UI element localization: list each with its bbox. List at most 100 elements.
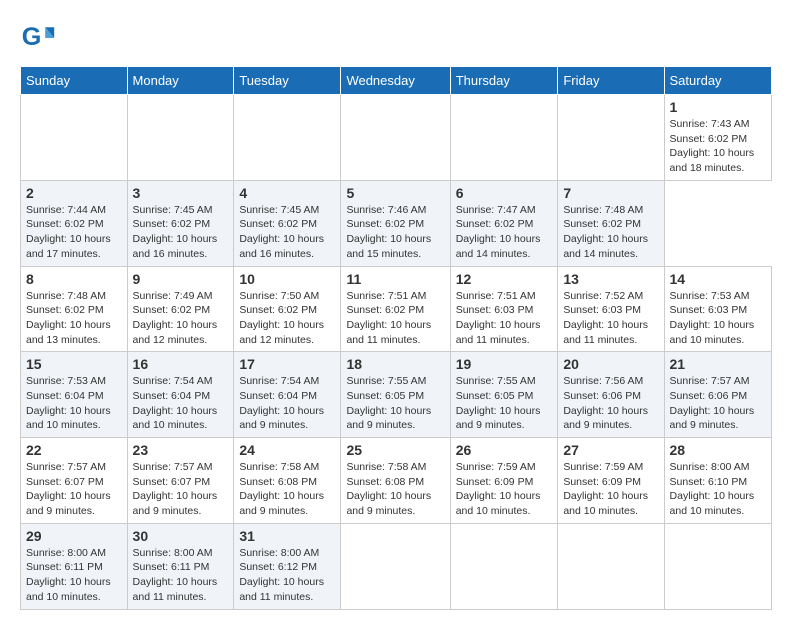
calendar-header-row: SundayMondayTuesdayWednesdayThursdayFrid… [21,67,772,95]
day-number: 19 [456,356,553,372]
day-number: 11 [346,271,444,287]
calendar-cell: 27Sunrise: 7:59 AMSunset: 6:09 PMDayligh… [558,438,664,524]
day-number: 21 [670,356,766,372]
calendar-cell: 4Sunrise: 7:45 AMSunset: 6:02 PMDaylight… [234,180,341,266]
day-info: Sunrise: 7:48 AMSunset: 6:02 PMDaylight:… [563,203,658,262]
day-info: Sunrise: 7:45 AMSunset: 6:02 PMDaylight:… [133,203,229,262]
header-sunday: Sunday [21,67,128,95]
calendar-cell: 5Sunrise: 7:46 AMSunset: 6:02 PMDaylight… [341,180,450,266]
day-number: 24 [239,442,335,458]
day-info: Sunrise: 7:59 AMSunset: 6:09 PMDaylight:… [563,460,658,519]
day-number: 6 [456,185,553,201]
calendar-cell [341,523,450,609]
day-info: Sunrise: 7:48 AMSunset: 6:02 PMDaylight:… [26,289,122,348]
header-friday: Friday [558,67,664,95]
calendar-cell: 15 Sunrise: 7:53 AMSunset: 6:04 PMDayligh… [21,352,128,438]
calendar-cell: 13 Sunrise: 7:52 AMSunset: 6:03 PMDayligh… [558,266,664,352]
day-info: Sunrise: 8:00 AMSunset: 6:11 PMDaylight:… [26,546,122,605]
day-info: Sunrise: 7:47 AMSunset: 6:02 PMDaylight:… [456,203,553,262]
day-number: 18 [346,356,444,372]
day-info: Sunrise: 7:56 AMSunset: 6:06 PMDaylight:… [563,374,658,433]
calendar-cell [664,523,771,609]
day-number: 3 [133,185,229,201]
header-monday: Monday [127,67,234,95]
calendar-week-row: 22 Sunrise: 7:57 AMSunset: 6:07 PMDayligh… [21,438,772,524]
calendar-cell: 2 Sunrise: 7:44 AMSunset: 6:02 PMDaylight… [21,180,128,266]
header-tuesday: Tuesday [234,67,341,95]
day-number: 14 [670,271,766,287]
calendar-cell: 26 Sunrise: 7:59 AMSunset: 6:09 PMDayligh… [450,438,558,524]
calendar-cell [341,95,450,181]
day-number: 13 [563,271,658,287]
day-info: Sunrise: 7:58 AMSunset: 6:08 PMDaylight:… [346,460,444,519]
calendar-week-row: 2 Sunrise: 7:44 AMSunset: 6:02 PMDaylight… [21,180,772,266]
day-info: Sunrise: 7:55 AMSunset: 6:05 PMDaylight:… [346,374,444,433]
day-number: 31 [239,528,335,544]
calendar-cell [21,95,128,181]
day-number: 17 [239,356,335,372]
day-info: Sunrise: 7:54 AMSunset: 6:04 PMDaylight:… [239,374,335,433]
day-info: Sunrise: 7:53 AMSunset: 6:04 PMDaylight:… [26,374,122,433]
calendar-cell: 12Sunrise: 7:51 AMSunset: 6:03 PMDayligh… [450,266,558,352]
day-info: Sunrise: 7:57 AMSunset: 6:06 PMDaylight:… [670,374,766,433]
calendar-cell: 24 Sunrise: 7:58 AMSunset: 6:08 PMDayligh… [234,438,341,524]
day-number: 28 [670,442,766,458]
day-number: 29 [26,528,122,544]
calendar-week-row: 8Sunrise: 7:48 AMSunset: 6:02 PMDaylight… [21,266,772,352]
calendar-cell: 23Sunrise: 7:57 AMSunset: 6:07 PMDayligh… [127,438,234,524]
day-info: Sunrise: 7:46 AMSunset: 6:02 PMDaylight:… [346,203,444,262]
calendar-cell: 11Sunrise: 7:51 AMSunset: 6:02 PMDayligh… [341,266,450,352]
calendar-week-row: 1 Sunrise: 7:43 AMSunset: 6:02 PMDaylight… [21,95,772,181]
calendar-cell: 22 Sunrise: 7:57 AMSunset: 6:07 PMDayligh… [21,438,128,524]
calendar-cell: 7 Sunrise: 7:48 AMSunset: 6:02 PMDaylight… [558,180,664,266]
day-info: Sunrise: 8:00 AMSunset: 6:10 PMDaylight:… [670,460,766,519]
calendar-cell [558,523,664,609]
header-wednesday: Wednesday [341,67,450,95]
day-number: 2 [26,185,122,201]
calendar-cell: 29 Sunrise: 8:00 AMSunset: 6:11 PMDayligh… [21,523,128,609]
calendar-cell: 28 Sunrise: 8:00 AMSunset: 6:10 PMDayligh… [664,438,771,524]
logo: G [20,20,60,56]
day-info: Sunrise: 7:59 AMSunset: 6:09 PMDaylight:… [456,460,553,519]
calendar-cell [234,95,341,181]
calendar-cell [450,95,558,181]
day-number: 9 [133,271,229,287]
page-header: G [20,20,772,56]
day-info: Sunrise: 7:51 AMSunset: 6:03 PMDaylight:… [456,289,553,348]
day-number: 4 [239,185,335,201]
logo-icon: G [20,20,56,56]
day-info: Sunrise: 7:57 AMSunset: 6:07 PMDaylight:… [26,460,122,519]
day-info: Sunrise: 8:00 AMSunset: 6:12 PMDaylight:… [239,546,335,605]
day-number: 20 [563,356,658,372]
day-info: Sunrise: 7:52 AMSunset: 6:03 PMDaylight:… [563,289,658,348]
day-number: 22 [26,442,122,458]
calendar-cell: 19Sunrise: 7:55 AMSunset: 6:05 PMDayligh… [450,352,558,438]
calendar-cell [558,95,664,181]
day-number: 1 [670,99,766,115]
calendar-cell: 6 Sunrise: 7:47 AMSunset: 6:02 PMDaylight… [450,180,558,266]
header-saturday: Saturday [664,67,771,95]
calendar-week-row: 29 Sunrise: 8:00 AMSunset: 6:11 PMDayligh… [21,523,772,609]
calendar-cell: 1 Sunrise: 7:43 AMSunset: 6:02 PMDaylight… [664,95,771,181]
day-number: 7 [563,185,658,201]
day-number: 16 [133,356,229,372]
day-info: Sunrise: 7:44 AMSunset: 6:02 PMDaylight:… [26,203,122,262]
svg-text:G: G [22,23,42,51]
day-info: Sunrise: 7:49 AMSunset: 6:02 PMDaylight:… [133,289,229,348]
calendar-cell: 17 Sunrise: 7:54 AMSunset: 6:04 PMDayligh… [234,352,341,438]
day-info: Sunrise: 7:43 AMSunset: 6:02 PMDaylight:… [670,117,766,176]
day-info: Sunrise: 7:58 AMSunset: 6:08 PMDaylight:… [239,460,335,519]
day-number: 15 [26,356,122,372]
header-thursday: Thursday [450,67,558,95]
day-number: 26 [456,442,553,458]
calendar-cell: 16 Sunrise: 7:54 AMSunset: 6:04 PMDayligh… [127,352,234,438]
day-number: 10 [239,271,335,287]
day-info: Sunrise: 7:53 AMSunset: 6:03 PMDaylight:… [670,289,766,348]
day-number: 25 [346,442,444,458]
day-info: Sunrise: 7:50 AMSunset: 6:02 PMDaylight:… [239,289,335,348]
day-number: 30 [133,528,229,544]
calendar-cell [450,523,558,609]
day-info: Sunrise: 8:00 AMSunset: 6:11 PMDaylight:… [133,546,229,605]
day-info: Sunrise: 7:54 AMSunset: 6:04 PMDaylight:… [133,374,229,433]
calendar-cell: 20 Sunrise: 7:56 AMSunset: 6:06 PMDayligh… [558,352,664,438]
